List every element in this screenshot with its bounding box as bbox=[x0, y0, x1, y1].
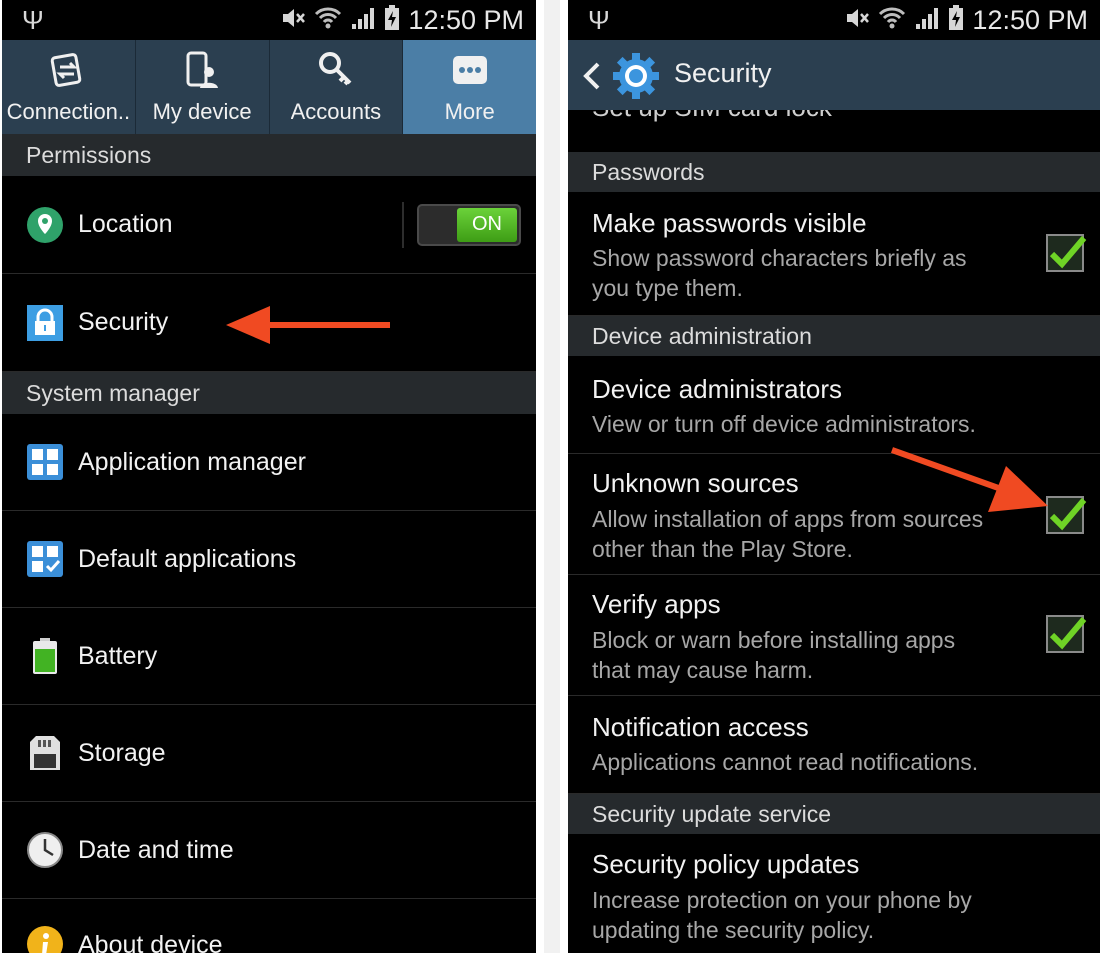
usb-icon: Ψ bbox=[588, 5, 610, 35]
settings-item-label: Location bbox=[78, 210, 173, 238]
wifi-icon bbox=[878, 5, 906, 36]
mute-icon bbox=[280, 6, 306, 35]
clock-icon bbox=[26, 831, 64, 869]
section-security-update-service: Security update service bbox=[568, 794, 1100, 834]
section-permissions: Permissions bbox=[2, 134, 536, 176]
settings-gear-icon bbox=[612, 52, 660, 105]
settings-screen: Ψ 12:50 PM Connection.. My device Accoun… bbox=[2, 0, 536, 953]
settings-item-label: Default applications bbox=[78, 544, 297, 573]
mute-icon bbox=[844, 6, 870, 35]
section-system-manager: System manager bbox=[2, 372, 536, 414]
annotation-arrow-right bbox=[890, 447, 1048, 512]
setting-summary: other than the Play Store. bbox=[592, 536, 853, 562]
settings-tabs: Connection.. My device Accounts More bbox=[2, 40, 536, 134]
setting-summary: Applications cannot read notifications. bbox=[592, 749, 979, 775]
setting-title: Unknown sources bbox=[592, 468, 799, 498]
sd-card-icon bbox=[26, 734, 64, 772]
setting-title: Make passwords visible bbox=[592, 208, 867, 238]
settings-item-notification-access[interactable]: Notification access Applications cannot … bbox=[568, 696, 1100, 794]
page-title: Security bbox=[674, 58, 772, 88]
setting-summary: that may cause harm. bbox=[592, 657, 814, 683]
settings-item-label: Date and time bbox=[78, 835, 234, 864]
security-screen: Ψ 12:50 PM Set up SIM card lock bbox=[568, 0, 1100, 953]
tab-connections[interactable]: Connection.. bbox=[2, 40, 136, 134]
settings-item-verify-apps[interactable]: Verify apps Block or warn before install… bbox=[568, 575, 1100, 696]
tab-label: Accounts bbox=[290, 99, 382, 124]
settings-item-device-administrators[interactable]: Device administrators View or turn off d… bbox=[568, 356, 1100, 454]
settings-item-battery[interactable]: Battery bbox=[2, 608, 536, 705]
setting-title: Device administrators bbox=[592, 374, 842, 404]
location-toggle[interactable]: ON bbox=[417, 203, 521, 246]
battery-icon bbox=[384, 4, 400, 36]
signal-icon bbox=[350, 6, 376, 35]
setting-summary: Block or warn before installing apps bbox=[592, 627, 956, 653]
accounts-key-icon bbox=[316, 50, 356, 95]
tab-accounts[interactable]: Accounts bbox=[270, 40, 404, 134]
more-dots-icon bbox=[450, 50, 490, 95]
passwords-visible-checkbox[interactable] bbox=[1046, 234, 1087, 272]
settings-item-date-time[interactable]: Date and time bbox=[2, 802, 536, 899]
info-icon bbox=[26, 925, 64, 953]
screenshot-divider bbox=[544, 0, 560, 953]
setting-title: Security policy updates bbox=[592, 849, 860, 879]
wifi-icon bbox=[314, 5, 342, 36]
setting-title: Verify apps bbox=[592, 589, 721, 619]
tab-label: Connection.. bbox=[6, 99, 131, 124]
battery-icon bbox=[948, 4, 964, 36]
settings-item-application-manager[interactable]: Application manager bbox=[2, 414, 536, 511]
usb-icon: Ψ bbox=[22, 5, 44, 35]
application-manager-icon bbox=[26, 443, 64, 481]
default-apps-icon bbox=[26, 540, 64, 578]
setting-title: Notification access bbox=[592, 712, 809, 742]
tab-my-device[interactable]: My device bbox=[136, 40, 270, 134]
setting-summary: you type them. bbox=[592, 275, 743, 301]
toggle-on-label: ON bbox=[457, 207, 517, 242]
settings-item-location[interactable]: Location ON bbox=[2, 176, 536, 274]
settings-item-about-device[interactable]: About device bbox=[2, 899, 536, 953]
setting-summary: Increase protection on your phone by bbox=[592, 887, 972, 913]
section-device-administration: Device administration bbox=[568, 316, 1100, 356]
back-chevron-icon[interactable] bbox=[580, 60, 604, 97]
verify-apps-checkbox[interactable] bbox=[1046, 615, 1087, 653]
setting-summary: updating the security policy. bbox=[592, 917, 875, 943]
connections-icon bbox=[48, 50, 88, 95]
settings-item-label: Application manager bbox=[78, 447, 306, 476]
settings-item-default-applications[interactable]: Default applications bbox=[2, 511, 536, 608]
security-lock-icon bbox=[26, 304, 64, 342]
tab-label: My device bbox=[152, 99, 252, 124]
battery-large-icon bbox=[26, 637, 64, 675]
toggle-divider bbox=[402, 201, 404, 248]
settings-item-security-policy-updates[interactable]: Security policy updates Increase protect… bbox=[568, 834, 1100, 953]
section-passwords: Passwords bbox=[568, 152, 1100, 192]
settings-item-label: Security bbox=[78, 308, 169, 336]
settings-item-storage[interactable]: Storage bbox=[2, 705, 536, 802]
settings-item-label: Storage bbox=[78, 738, 166, 767]
status-bar: Ψ 12:50 PM bbox=[2, 0, 536, 40]
setting-summary: Show password characters briefly as bbox=[592, 245, 967, 271]
location-pin-icon bbox=[26, 206, 64, 244]
settings-item-make-passwords-visible[interactable]: Make passwords visible Show password cha… bbox=[568, 192, 1100, 316]
my-device-icon bbox=[182, 50, 222, 95]
tab-label: More bbox=[444, 99, 495, 124]
setting-summary: View or turn off device administrators. bbox=[592, 411, 976, 437]
tab-more[interactable]: More bbox=[403, 40, 536, 134]
status-clock: 12:50 PM bbox=[972, 5, 1088, 35]
signal-icon bbox=[914, 6, 940, 35]
settings-item-label: About device bbox=[78, 931, 223, 953]
status-bar: Ψ 12:50 PM bbox=[568, 0, 1100, 40]
status-clock: 12:50 PM bbox=[408, 5, 524, 35]
annotation-arrow-left bbox=[226, 306, 390, 344]
settings-item-label: Battery bbox=[78, 641, 158, 670]
security-app-bar: Security bbox=[568, 40, 1100, 110]
